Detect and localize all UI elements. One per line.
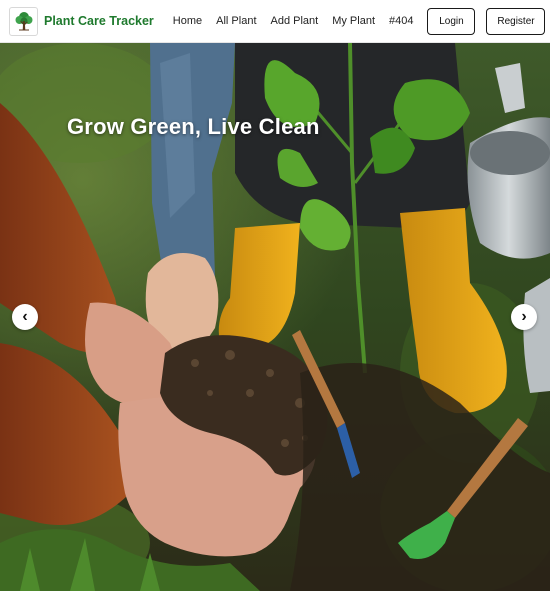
nav-link-add-plant[interactable]: Add Plant <box>271 15 319 27</box>
brand-link[interactable]: Plant Care Tracker <box>9 6 154 36</box>
brand-name: Plant Care Tracker <box>44 14 154 28</box>
navbar: Plant Care Tracker Home All Plant Add Pl… <box>0 0 550 43</box>
nav-links: Home All Plant Add Plant My Plant #404 <box>173 15 428 27</box>
nav-link-my-plant[interactable]: My Plant <box>332 15 375 27</box>
tree-icon <box>9 6 38 36</box>
nav-link-404[interactable]: #404 <box>389 15 413 27</box>
carousel-prev-button[interactable]: ‹ <box>12 304 38 330</box>
chevron-right-icon: › <box>521 308 527 325</box>
hero-carousel: Grow Green, Live Clean ‹ › <box>0 43 550 591</box>
register-button[interactable]: Register <box>486 7 546 35</box>
login-button[interactable]: Login <box>427 7 476 35</box>
chevron-left-icon: ‹ <box>22 308 28 325</box>
auth-buttons: Login Register <box>427 7 546 35</box>
nav-link-home[interactable]: Home <box>173 15 202 27</box>
nav-link-all-plant[interactable]: All Plant <box>216 15 256 27</box>
hero-title: Grow Green, Live Clean <box>67 114 320 139</box>
carousel-next-button[interactable]: › <box>511 304 537 330</box>
